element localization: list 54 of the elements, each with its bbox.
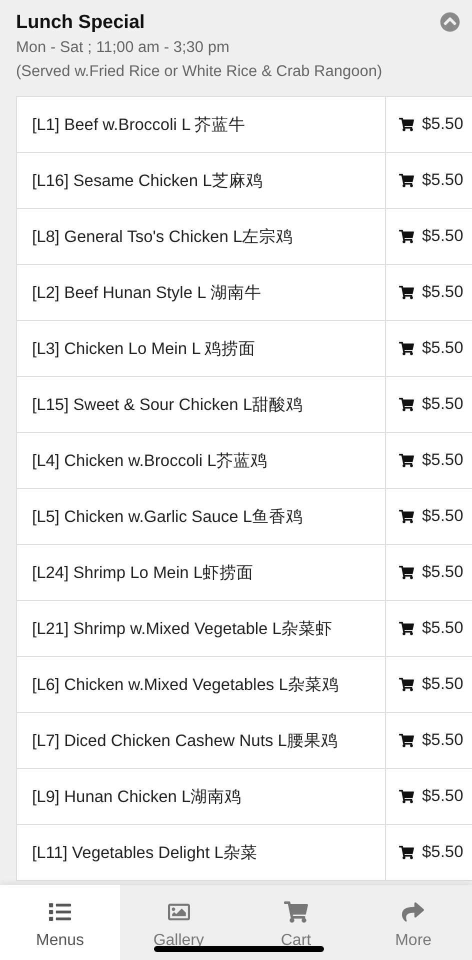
image-icon [166, 901, 191, 923]
cart-icon[interactable] [399, 117, 414, 132]
section-hours: Mon - Sat ; 11;00 am - 3;30 pm [16, 38, 230, 58]
cart-icon[interactable] [399, 789, 414, 804]
list-icon [48, 901, 72, 923]
cart-icon[interactable] [399, 565, 414, 580]
cart-icon[interactable] [399, 397, 414, 412]
item-name[interactable]: [L7] Diced Chicken Cashew Nuts L腰果鸡 [17, 713, 386, 768]
item-price: $5.50 [422, 227, 464, 246]
share-icon [401, 901, 426, 923]
item-name[interactable]: [L3] Chicken Lo Mein L 鸡捞面 [17, 321, 386, 376]
item-price: $5.50 [422, 171, 464, 190]
item-price: $5.50 [422, 283, 464, 302]
item-name[interactable]: [L24] Shrimp Lo Mein L虾捞面 [17, 545, 386, 600]
cart-icon[interactable] [399, 677, 414, 692]
item-price: $5.50 [422, 843, 464, 862]
collapse-button[interactable] [440, 12, 460, 32]
item-price: $5.50 [422, 507, 464, 526]
item-name[interactable]: [L21] Shrimp w.Mixed Vegetable L杂菜虾 [17, 601, 386, 656]
item-price: $5.50 [422, 619, 464, 638]
item-name[interactable]: [L5] Chicken w.Garlic Sauce L鱼香鸡 [17, 489, 386, 544]
nav-tab[interactable]: Gallery [120, 885, 238, 960]
item-name[interactable]: [L9] Hunan Chicken L湖南鸡 [17, 769, 386, 824]
item-name[interactable]: [L4] Chicken w.Broccoli L芥蓝鸡 [17, 433, 386, 488]
cart-icon[interactable] [399, 845, 414, 860]
item-price: $5.50 [422, 339, 464, 358]
section-note: (Served w.Fried Rice or White Rice & Crab Rangoon) [16, 62, 382, 82]
cart-icon[interactable] [399, 173, 414, 188]
item-name[interactable]: [L8] General Tso's Chicken L左宗鸡 [17, 209, 386, 264]
item-price: $5.50 [422, 115, 464, 134]
cart-icon[interactable] [399, 621, 414, 636]
cart-icon[interactable] [399, 509, 414, 524]
item-name[interactable]: [L15] Sweet & Sour Chicken L甜酸鸡 [17, 377, 386, 432]
nav-tab[interactable]: Menus [0, 885, 120, 960]
item-price: $5.50 [422, 563, 464, 582]
nav-tab[interactable]: Cart [237, 885, 355, 960]
cart-icon[interactable] [399, 453, 414, 468]
cart-icon [284, 901, 308, 923]
item-name[interactable]: [L11] Vegetables Delight L杂菜 [17, 825, 386, 880]
item-name[interactable]: [L1] Beef w.Broccoli L 芥蓝牛 [17, 97, 386, 152]
item-price: $5.50 [422, 787, 464, 806]
cart-icon[interactable] [399, 229, 414, 244]
cart-icon[interactable] [399, 733, 414, 748]
item-name[interactable]: [L16] Sesame Chicken L芝麻鸡 [17, 153, 386, 208]
section-title: Lunch Special [16, 11, 146, 35]
item-name[interactable]: [L2] Beef Hunan Style L 湖南牛 [17, 265, 386, 320]
cart-icon[interactable] [399, 341, 414, 356]
item-price: $5.50 [422, 451, 464, 470]
nav-tab[interactable]: More [354, 885, 472, 960]
item-name[interactable]: [L6] Chicken w.Mixed Vegetables L杂菜鸡 [17, 657, 386, 712]
item-price: $5.50 [422, 731, 464, 750]
item-price: $5.50 [422, 395, 464, 414]
cart-icon[interactable] [399, 285, 414, 300]
item-price: $5.50 [422, 675, 464, 694]
